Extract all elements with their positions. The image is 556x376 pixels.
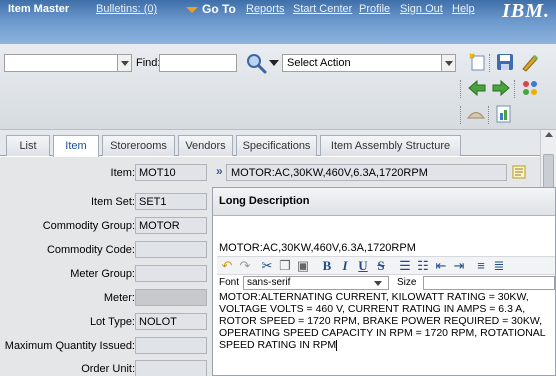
numbered-list-icon[interactable]: ☰ xyxy=(397,258,413,274)
cut-icon[interactable]: ✂ xyxy=(259,258,275,274)
start-center-link[interactable]: Start Center xyxy=(293,3,352,15)
chevron-down-icon xyxy=(121,61,129,66)
bulletins-link[interactable]: Bulletins: (0) xyxy=(96,3,157,15)
max-quantity-issued-field[interactable] xyxy=(135,337,207,354)
align-left-icon[interactable]: ≡ xyxy=(473,258,489,274)
tab-item-assembly-structure[interactable]: Item Assembly Structure xyxy=(320,135,461,156)
scroll-up-icon[interactable] xyxy=(545,132,553,137)
profile-link[interactable]: Profile xyxy=(359,3,390,15)
rich-text-toolbar: ↶ ↷ ✂ ❐ ▣ B I U S ☰ ☷ ⇤ ⇥ ≡ ≣ xyxy=(217,256,555,275)
save-icon[interactable] xyxy=(495,52,515,72)
paste-icon[interactable]: ▣ xyxy=(295,258,311,274)
find-label: Find: xyxy=(136,57,161,69)
tab-bar: List Item Storerooms Vendors Specificati… xyxy=(0,130,540,157)
strikethrough-icon[interactable]: S xyxy=(373,258,389,274)
query-dropdown-button[interactable] xyxy=(117,55,131,71)
tab-vendors[interactable]: Vendors xyxy=(178,135,233,156)
item-form: Item: MOT10 Item Set: SET1 Commodity Gro… xyxy=(0,157,212,376)
commodity-group-field[interactable]: MOTOR xyxy=(135,217,207,234)
meter-group-field[interactable] xyxy=(135,265,207,282)
long-description-title: MOTOR:AC,30KW,460V,6.3A,1720RPM xyxy=(219,242,416,254)
font-label: Font xyxy=(219,277,240,288)
workflow-icon[interactable] xyxy=(520,78,540,98)
long-description-header: Long Description xyxy=(213,188,555,216)
item-set-field[interactable]: SET1 xyxy=(135,193,207,210)
indent-icon[interactable]: ⇥ xyxy=(451,258,467,274)
outdent-icon[interactable]: ⇤ xyxy=(433,258,449,274)
find-input[interactable] xyxy=(159,54,237,72)
description-row: » MOTOR:AC,30KW,460V,6.3A,1720RPM xyxy=(212,157,540,187)
title-bar: Item Master Bulletins: (0) Go To Reports… xyxy=(0,0,556,44)
toolbar-separator xyxy=(488,106,489,124)
tab-list[interactable]: List xyxy=(6,135,50,156)
long-description-editor[interactable]: MOTOR:ALTERNATING CURRENT, KILOWATT RATI… xyxy=(219,291,553,351)
action-dropdown-arrow-icon[interactable] xyxy=(269,60,279,66)
align-center-icon[interactable]: ≣ xyxy=(491,258,507,274)
double-chevron-icon[interactable]: » xyxy=(216,164,223,178)
tab-specifications[interactable]: Specifications xyxy=(236,135,317,156)
long-description-text: MOTOR:ALTERNATING CURRENT, KILOWATT RATI… xyxy=(219,291,546,351)
redo-icon[interactable]: ↷ xyxy=(237,258,253,274)
text-caret xyxy=(336,339,338,351)
italic-icon[interactable]: I xyxy=(337,258,353,274)
ibm-logo: IBM. xyxy=(502,0,550,22)
bold-icon[interactable]: B xyxy=(319,258,335,274)
select-action-dropdown-button[interactable] xyxy=(441,55,455,71)
long-description-icon[interactable] xyxy=(512,164,528,180)
undo-icon[interactable]: ↶ xyxy=(219,258,235,274)
help-link[interactable]: Help xyxy=(452,3,475,15)
underline-icon[interactable]: U xyxy=(355,258,371,274)
view-history-icon[interactable] xyxy=(466,104,486,124)
commodity-code-label: Commodity Code: xyxy=(46,244,135,256)
search-icon[interactable] xyxy=(245,52,267,74)
goto-arrow-icon xyxy=(186,6,198,13)
app-title: Item Master xyxy=(8,3,70,15)
goto-menu[interactable]: Go To xyxy=(186,2,236,16)
item-set-label: Item Set: xyxy=(90,196,135,208)
description-field[interactable]: MOTOR:AC,30KW,460V,6.3A,1720RPM xyxy=(226,164,507,181)
tab-item[interactable]: Item xyxy=(53,135,99,157)
select-action-label: Select Action xyxy=(287,57,351,69)
size-label: Size xyxy=(397,277,417,288)
meter-field xyxy=(135,289,207,306)
bullet-list-icon[interactable]: ☷ xyxy=(415,258,431,274)
order-unit-label: Order Unit: xyxy=(81,363,135,375)
item-field[interactable]: MOT10 xyxy=(135,164,207,181)
tab-storerooms[interactable]: Storerooms xyxy=(102,135,175,156)
font-row: Font sans-serif Size xyxy=(217,276,555,291)
lot-type-field[interactable]: NOLOT xyxy=(135,313,207,330)
max-quantity-issued-label: Maximum Quantity Issued: xyxy=(4,340,135,352)
long-description-panel: Long Description MOTOR:AC,30KW,460V,6.3A… xyxy=(212,187,556,376)
query-select[interactable] xyxy=(4,54,132,72)
toolbar-separator xyxy=(514,80,515,98)
font-select-value: sans-serif xyxy=(247,277,291,288)
font-select[interactable]: sans-serif xyxy=(243,276,389,290)
goto-label: Go To xyxy=(202,2,236,16)
next-record-icon[interactable] xyxy=(491,78,511,98)
order-unit-field[interactable] xyxy=(135,360,207,376)
meter-group-label: Meter Group: xyxy=(70,268,135,280)
commodity-group-label: Commodity Group: xyxy=(42,220,135,232)
new-record-icon[interactable] xyxy=(468,52,488,72)
lot-type-label: Lot Type: xyxy=(89,316,135,328)
copy-icon[interactable]: ❐ xyxy=(277,258,293,274)
sign-out-link[interactable]: Sign Out xyxy=(400,3,443,15)
previous-record-icon[interactable] xyxy=(467,78,487,98)
meter-label: Meter: xyxy=(103,292,135,304)
toolbar-separator xyxy=(489,54,490,72)
select-action-dropdown[interactable]: Select Action xyxy=(282,54,456,72)
item-label: Item: xyxy=(110,167,135,179)
reports-link[interactable]: Reports xyxy=(246,3,285,15)
commodity-code-field[interactable] xyxy=(135,241,207,258)
toolbar-separator xyxy=(460,106,461,124)
toolbar: Find: Select Action xyxy=(0,44,556,130)
chevron-down-icon xyxy=(445,61,453,66)
toolbar-separator xyxy=(460,80,461,98)
chevron-down-icon xyxy=(374,281,382,286)
report-icon[interactable] xyxy=(494,104,514,124)
size-select[interactable] xyxy=(423,276,555,290)
clear-changes-icon[interactable] xyxy=(520,52,540,72)
